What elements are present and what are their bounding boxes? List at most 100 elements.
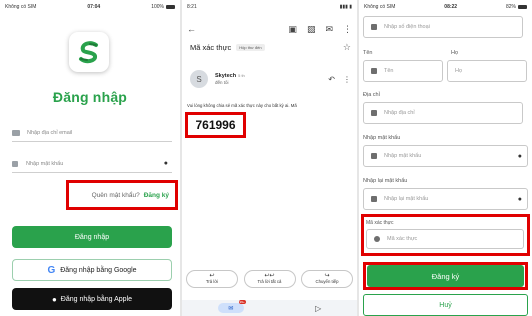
- clock: 07:04: [87, 4, 101, 10]
- first-name-field[interactable]: Tên: [363, 60, 443, 82]
- reply-actions: ↩ Trả lời ↩↩ Trả lời tất cả ↪ Chuyển tiếp: [186, 270, 353, 288]
- forward-label: Chuyển tiếp: [315, 278, 339, 284]
- eye-icon[interactable]: ●: [518, 153, 522, 160]
- last-name-label: Họ: [451, 50, 459, 56]
- password-placeholder: Nhập mật khẩu: [384, 153, 422, 159]
- recipient-label[interactable]: đến tôi: [215, 80, 245, 85]
- status-bar: Không có SIM 07:04 100%: [0, 0, 180, 14]
- eye-icon[interactable]: ●: [518, 196, 522, 203]
- password-field[interactable]: Nhập mật khẩu ●: [12, 155, 172, 173]
- apple-login-label: Đăng nhập bằng Apple: [60, 295, 133, 303]
- star-icon[interactable]: ☆: [343, 42, 351, 53]
- address-placeholder: Nhập địa chỉ: [384, 110, 415, 116]
- register-link-highlight: Quên mật khẩu? Đăng ký: [66, 180, 178, 210]
- shield-icon: [374, 236, 380, 242]
- archive-icon[interactable]: ▣: [288, 24, 297, 34]
- otp-label: Mã xác thực: [366, 220, 394, 226]
- lock-icon: [12, 160, 18, 167]
- last-name-placeholder: Họ: [455, 68, 463, 74]
- more-vert-icon[interactable]: ⋮: [343, 24, 352, 34]
- first-name-label: Tên: [363, 50, 373, 56]
- carrier-label: Không có SIM: [5, 4, 37, 10]
- toolbar-actions: ▣ ▧ ✉ ⋮: [278, 24, 352, 35]
- otp-field[interactable]: Mã xác thực: [366, 229, 524, 249]
- otp-placeholder: Mã xác thực: [387, 236, 418, 242]
- sender-info: Skytech 5 th đến tôi: [215, 73, 245, 85]
- battery-percent: 82%: [505, 4, 516, 10]
- confirm-password-field[interactable]: Nhập lại mật khẩu ●: [363, 188, 528, 210]
- reply-label: Trả lời: [205, 278, 219, 284]
- status-icons: ▮▮▮ ▮: [339, 4, 352, 10]
- phone-field[interactable]: Nhập số điện thoại: [363, 16, 523, 38]
- apple-login-button[interactable]: ● Đăng nhập bằng Apple: [12, 288, 172, 310]
- mail-icon: [12, 129, 20, 136]
- phone-icon: [371, 24, 377, 30]
- sender-name: Skytech: [215, 73, 237, 79]
- google-login-label: Đăng nhập bằng Google: [60, 266, 137, 274]
- bottom-navigation: ✉ 99+ ▷: [182, 300, 357, 316]
- sender-time: 5 th: [238, 73, 245, 78]
- login-button[interactable]: Đăng nhập: [12, 226, 172, 248]
- battery-percent: 100%: [151, 4, 164, 10]
- register-screen: Không có SIM 08:22 82% Nhập số điện thoạ…: [359, 0, 532, 316]
- eye-icon[interactable]: ●: [164, 160, 168, 167]
- reply-icon[interactable]: ↶: [328, 75, 335, 84]
- email-placeholder: Nhập địa chỉ email: [27, 129, 73, 136]
- clock: 8:21: [187, 4, 197, 10]
- apple-icon: ●: [51, 294, 57, 304]
- app-logo: [69, 32, 109, 72]
- login-screen: Không có SIM 07:04 100% Đăng nhập Nhập đ…: [0, 0, 180, 316]
- reply-all-label: Trả lời tất cả: [257, 278, 282, 284]
- mail-icon[interactable]: ✉: [325, 24, 333, 34]
- battery-indicator: 100%: [151, 4, 175, 10]
- register-button[interactable]: Đăng ký: [367, 265, 524, 287]
- battery-indicator: 82%: [506, 4, 527, 10]
- google-icon: G: [47, 264, 56, 276]
- lock-icon: [371, 196, 377, 202]
- password-label: Nhập mật khẩu: [363, 135, 401, 141]
- register-link[interactable]: Đăng ký: [144, 192, 169, 199]
- email-toolbar: ← ▣ ▧ ✉ ⋮: [187, 22, 352, 36]
- cancel-button[interactable]: Huỷ: [363, 294, 528, 316]
- address-label: Địa chỉ: [363, 92, 380, 98]
- forward-button[interactable]: ↪ Chuyển tiếp: [301, 270, 353, 288]
- inbox-tag[interactable]: Hộp thư đến: [236, 44, 265, 51]
- email-screen: 8:21 ▮▮▮ ▮ ← ▣ ▧ ✉ ⋮ Mã xác thực Hộp thư đế…: [182, 0, 357, 316]
- delete-icon[interactable]: ▧: [307, 24, 316, 34]
- email-field[interactable]: Nhập địa chỉ email: [12, 124, 172, 142]
- lock-icon: [371, 153, 377, 159]
- phone-placeholder: Nhập số điện thoại: [384, 24, 430, 30]
- last-name-field[interactable]: Họ: [447, 60, 527, 82]
- status-bar: 8:21 ▮▮▮ ▮: [182, 0, 357, 14]
- email-subject: Mã xác thực: [190, 43, 232, 52]
- forgot-password-link[interactable]: Quên mật khẩu?: [92, 192, 140, 199]
- person-icon: [371, 68, 377, 74]
- google-login-button[interactable]: G Đăng nhập bằng Google: [12, 259, 172, 281]
- back-arrow-icon[interactable]: ←: [187, 24, 196, 34]
- more-vert-icon[interactable]: ⋮: [343, 75, 351, 84]
- clock: 08:22: [444, 4, 458, 10]
- first-name-placeholder: Tên: [384, 68, 394, 74]
- page-title: Đăng nhập: [52, 89, 128, 105]
- reply-button[interactable]: ↩ Trả lời: [186, 270, 238, 288]
- sender-row: S Skytech 5 th đến tôi ↶ ⋮: [190, 70, 351, 88]
- email-subject-row: Mã xác thực Hộp thư đến ☆: [190, 42, 351, 53]
- video-icon[interactable]: ▷: [315, 304, 321, 313]
- address-field[interactable]: Nhập địa chỉ: [363, 102, 523, 124]
- battery-icon: [518, 4, 527, 9]
- avatar: S: [190, 70, 208, 88]
- status-bar: Không có SIM 08:22 82%: [359, 0, 532, 14]
- confirm-password-placeholder: Nhập lại mật khẩu: [384, 196, 429, 202]
- mail-tab[interactable]: ✉ 99+: [217, 300, 246, 313]
- otp-code: 761996: [185, 112, 246, 138]
- map-icon: [371, 110, 377, 116]
- reply-all-button[interactable]: ↩↩ Trả lời tất cả: [243, 270, 296, 288]
- unread-badge: 99+: [238, 300, 246, 304]
- carrier-label: Không có SIM: [364, 4, 396, 10]
- confirm-password-label: Nhập lại mật khẩu: [363, 178, 408, 184]
- email-body: Vui lòng không chia sẻ mã xác thực này c…: [187, 103, 297, 108]
- password-field[interactable]: Nhập mật khẩu ●: [363, 145, 528, 167]
- sender-name-row: Skytech 5 th: [215, 73, 245, 79]
- logo-icon: [79, 41, 98, 64]
- sender-actions: ↶ ⋮: [320, 75, 351, 84]
